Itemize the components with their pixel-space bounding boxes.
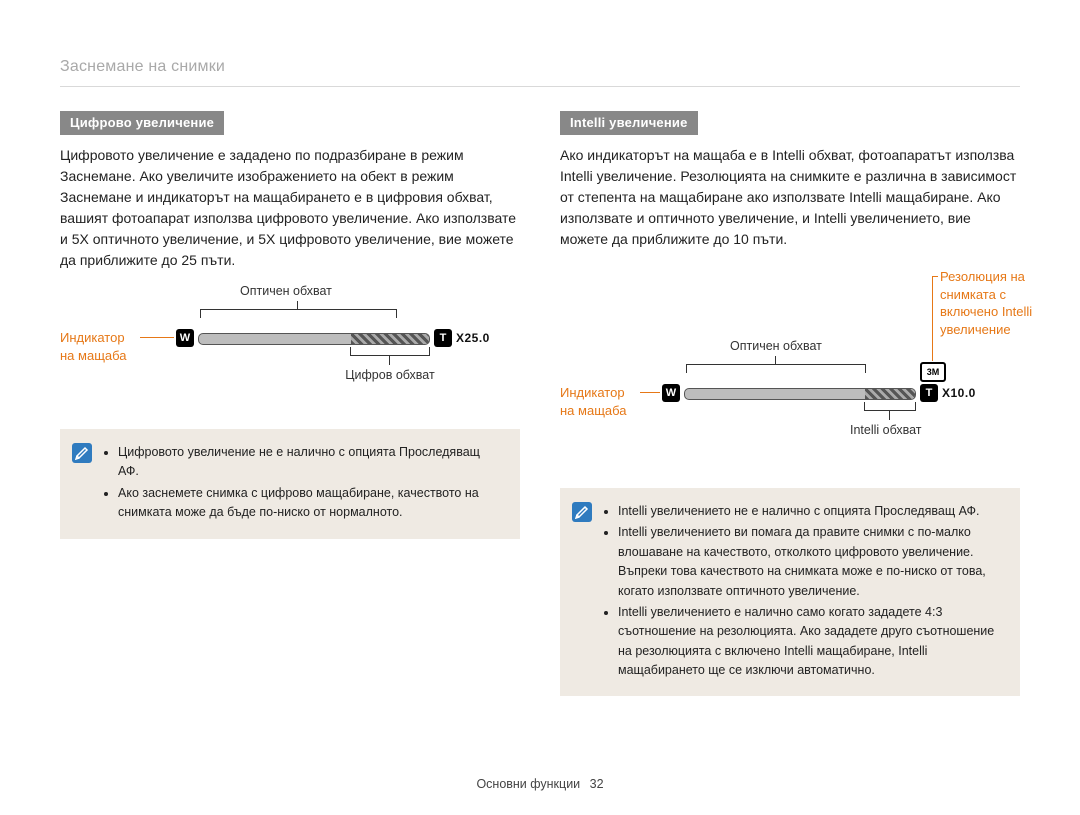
note-item: Intelli увеличението не е налично с опци…	[618, 502, 1004, 521]
footer-page-number: 32	[590, 777, 604, 791]
note-box-intelli: Intelli увеличението не е налично с опци…	[560, 488, 1020, 696]
left-column: Цифрово увеличение Цифровото увеличение …	[60, 111, 520, 696]
wide-icon: W	[176, 329, 194, 347]
digital-range-label: Цифров обхват	[280, 367, 500, 384]
optical-range-label: Оптичен обхват	[730, 338, 822, 355]
note-icon	[572, 502, 592, 522]
note-item: Intelli увеличението ви помага да правит…	[618, 523, 1004, 601]
zoom-diagram-intelli: Резолюция на снимката с включено Intelli…	[560, 268, 1020, 488]
body-text-intelli: Ако индикаторът на мащаба е в Intelli об…	[560, 145, 1020, 250]
footer-section: Основни функции	[476, 777, 580, 791]
tele-icon: T	[920, 384, 938, 402]
zoom-indicator-label: Индикатор на мащаба	[60, 329, 140, 364]
section-heading-digital: Цифрово увеличение	[60, 111, 224, 135]
resolution-label: Резолюция на снимката с включено Intelli…	[940, 268, 1040, 338]
resolution-badge: 3M	[920, 362, 946, 382]
intelli-range-label: Intelli обхват	[850, 422, 922, 439]
zoom-value: X10.0	[942, 384, 976, 402]
zoom-indicator-label: Индикатор на мащаба	[560, 384, 640, 419]
zoom-diagram-digital: Оптичен обхват Индикатор на мащаба W T X…	[60, 289, 520, 429]
wide-icon: W	[662, 384, 680, 402]
zoom-value: X25.0	[456, 329, 490, 347]
right-column: Intelli увеличение Ако индикаторът на ма…	[560, 111, 1020, 696]
note-item: Цифровото увеличение не е налично с опци…	[118, 443, 504, 482]
note-box-digital: Цифровото увеличение не е налично с опци…	[60, 429, 520, 539]
note-item: Intelli увеличението е налично само кога…	[618, 603, 1004, 681]
page-title: Заснемане на снимки	[60, 58, 1020, 76]
body-text-digital: Цифровото увеличение е зададено по подра…	[60, 145, 520, 271]
note-icon	[72, 443, 92, 463]
section-heading-intelli: Intelli увеличение	[560, 111, 698, 135]
tele-icon: T	[434, 329, 452, 347]
optical-range-label: Оптичен обхват	[240, 283, 332, 300]
note-item: Ако заснемете снимка с цифрово мащабиран…	[118, 484, 504, 523]
divider	[60, 86, 1020, 87]
page-footer: Основни функции 32	[0, 777, 1080, 791]
